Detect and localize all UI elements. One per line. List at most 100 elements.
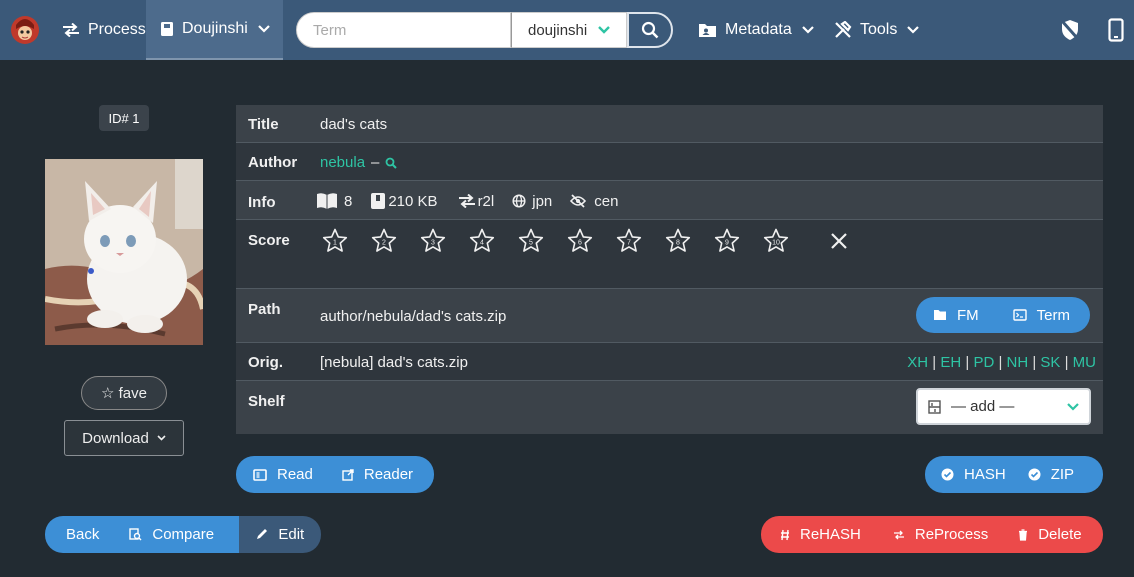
score-star-4[interactable]: 4 (469, 228, 495, 254)
row-orig: Orig. [nebula] dad's cats.zip XH | EH | … (236, 343, 1103, 381)
nav-button-group: Back Compare Edit (45, 516, 321, 553)
score-star-number: 1 (333, 240, 337, 247)
link-separator: | (1028, 354, 1041, 371)
delete-button[interactable]: Delete (1004, 516, 1082, 553)
orig-link-mu[interactable]: MU (1073, 354, 1096, 371)
file-archive-icon (371, 193, 386, 209)
nav-process-label: Process (88, 21, 146, 38)
hash-button[interactable]: HASH (925, 456, 1022, 493)
verify-button-group: HASH ZIP (925, 456, 1103, 493)
score-star-number: 10 (772, 240, 780, 247)
link-separator: | (994, 354, 1007, 371)
trash-icon (1019, 528, 1028, 541)
mobile-view-toggle[interactable] (1108, 0, 1132, 60)
swap-arrows-icon (458, 194, 475, 208)
score-star-8[interactable]: 8 (665, 228, 691, 254)
app-logo[interactable] (10, 15, 40, 45)
info-pages: 8 (316, 192, 352, 210)
score-star-number: 3 (431, 240, 435, 247)
orig-link-sk[interactable]: SK (1040, 354, 1060, 371)
danger-button-group: ReHASH ReProcess Delete (761, 516, 1103, 553)
orig-link-pd[interactable]: PD (973, 354, 994, 371)
score-stars: 1 2 3 4 5 6 7 8 9 10 (322, 228, 789, 254)
score-star-10[interactable]: 10 (763, 228, 789, 254)
nsfw-shield-toggle[interactable] (1060, 0, 1088, 60)
book-icon (161, 22, 173, 36)
download-dropdown[interactable]: Download (64, 420, 184, 456)
link-separator: | (1060, 354, 1073, 371)
row-author-key: Author (248, 154, 298, 171)
score-star-5[interactable]: 5 (518, 228, 544, 254)
orig-link-xh[interactable]: XH (907, 354, 928, 371)
reader-button[interactable]: Reader (328, 456, 413, 493)
read-label: Read (277, 466, 313, 483)
score-star-number: 8 (676, 240, 680, 247)
score-star-number: 5 (529, 240, 533, 247)
edit-label: Edit (278, 526, 305, 543)
compare-label: Compare (152, 526, 215, 543)
shelf-icon (928, 399, 941, 414)
score-star-number: 9 (725, 240, 729, 247)
compare-icon (129, 528, 142, 541)
mobile-phone-icon (1108, 18, 1124, 42)
nav-process[interactable]: Process (62, 0, 146, 60)
search-icon[interactable] (385, 157, 398, 169)
read-button[interactable]: Read (236, 456, 328, 493)
chevron-down-icon (157, 435, 166, 441)
row-score: Score 1 2 3 4 5 6 7 8 9 10 (236, 220, 1103, 289)
info-pages-value: 8 (344, 192, 353, 210)
path-buttons: FM Term (916, 297, 1091, 333)
chevron-down-icon (1067, 402, 1079, 411)
external-link-icon (342, 468, 354, 481)
info-language-value: jpn (532, 192, 553, 210)
score-star-number: 7 (627, 240, 631, 247)
score-star-6[interactable]: 6 (567, 228, 593, 254)
row-path: Path author/nebula/dad's cats.zip FM Ter… (236, 289, 1103, 343)
nav-tools[interactable]: Tools (834, 0, 927, 60)
zip-button[interactable]: ZIP (1022, 456, 1074, 493)
swap-arrows-icon (63, 23, 79, 37)
rehash-button[interactable]: ReHASH (761, 516, 877, 553)
fm-button[interactable]: FM (916, 297, 995, 333)
reprocess-button[interactable]: ReProcess (877, 516, 1004, 553)
score-star-7[interactable]: 7 (616, 228, 642, 254)
chevron-down-icon (907, 26, 920, 34)
score-star-2[interactable]: 2 (371, 228, 397, 254)
chevron-down-icon (801, 26, 814, 34)
orig-link-nh[interactable]: NH (1007, 354, 1029, 371)
cover-image[interactable] (45, 159, 203, 345)
reader-icon (253, 468, 267, 481)
search-input[interactable]: Term (296, 12, 511, 48)
globe-icon (512, 194, 526, 208)
score-star-number: 4 (480, 240, 484, 247)
shelf-select-value: — add — (951, 398, 1015, 415)
nav-category-dropdown[interactable]: Doujinshi (146, 0, 283, 60)
link-separator: | (928, 354, 941, 371)
term-button[interactable]: Term (995, 297, 1090, 333)
fave-button[interactable]: ☆ fave (81, 376, 167, 410)
tools-icon (835, 21, 852, 38)
back-button[interactable]: Back (45, 516, 120, 553)
search-bar: Term doujinshi (296, 12, 673, 48)
shelf-select[interactable]: — add — (916, 388, 1091, 425)
info-censorship: cen (570, 193, 618, 210)
score-star-1[interactable]: 1 (322, 228, 348, 254)
search-scope-select[interactable]: doujinshi (511, 12, 627, 48)
score-star-9[interactable]: 9 (714, 228, 740, 254)
score-star-number: 2 (382, 240, 386, 247)
eye-slash-icon (570, 194, 587, 208)
nav-tools-label: Tools (860, 21, 898, 38)
edit-button[interactable]: Edit (239, 516, 321, 553)
compare-button[interactable]: Compare (119, 516, 240, 553)
zip-label: ZIP (1050, 466, 1075, 483)
clear-score-icon[interactable] (830, 232, 848, 250)
score-star-3[interactable]: 3 (420, 228, 446, 254)
row-shelf-key: Shelf (248, 393, 285, 410)
search-button[interactable] (627, 12, 673, 48)
nav-metadata[interactable]: Metadata (698, 0, 822, 60)
author-link[interactable]: nebula (320, 154, 365, 171)
orig-link-eh[interactable]: EH (940, 354, 961, 371)
author-value: nebula – (320, 154, 398, 171)
id-badge: ID# 1 (99, 105, 149, 131)
info-language: jpn (512, 193, 552, 210)
